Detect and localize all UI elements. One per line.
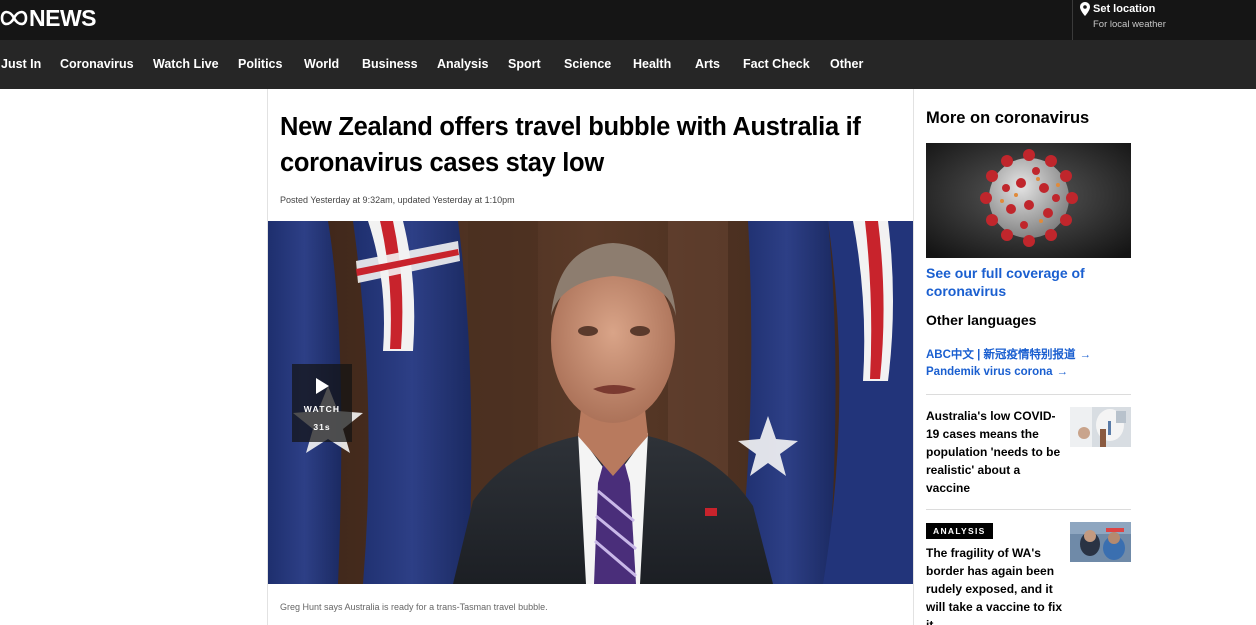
watch-video-button[interactable]: WATCH 31s bbox=[292, 364, 352, 442]
article-timestamp: Posted Yesterday at 9:32am, updated Yest… bbox=[280, 195, 515, 205]
other-languages-title: Other languages bbox=[926, 312, 1037, 328]
virus-image bbox=[926, 143, 1131, 258]
story-thumbnail-wa-border[interactable] bbox=[1070, 522, 1131, 562]
analysis-badge: ANALYSIS bbox=[926, 523, 993, 539]
nav-item-analysis[interactable]: Analysis bbox=[437, 57, 488, 71]
nav-item-science[interactable]: Science bbox=[564, 57, 611, 71]
nav-item-business[interactable]: Business bbox=[362, 57, 418, 71]
nav-item-arts[interactable]: Arts bbox=[695, 57, 720, 71]
location-divider bbox=[1072, 0, 1073, 40]
abc-news-logo[interactable]: NEWS bbox=[0, 5, 97, 31]
coronavirus-illustration[interactable] bbox=[926, 143, 1131, 258]
top-bar: NEWS Set location For local weather bbox=[0, 0, 1256, 40]
nav-item-politics[interactable]: Politics bbox=[238, 57, 282, 71]
vaccine-photo bbox=[1070, 407, 1131, 447]
logo-text: NEWS bbox=[29, 5, 97, 31]
nav-item-just-in[interactable]: Just In bbox=[1, 57, 41, 71]
nav-item-other[interactable]: Other bbox=[830, 57, 863, 71]
nav-item-sport[interactable]: Sport bbox=[508, 57, 541, 71]
story-link-vaccine[interactable]: Australia's low COVID-19 cases means the… bbox=[926, 407, 1066, 497]
video-duration: 31s bbox=[313, 422, 331, 432]
location-pin-icon bbox=[1080, 2, 1090, 16]
location-subtitle: For local weather bbox=[1093, 19, 1166, 30]
article-headline: New Zealand offers travel bubble with Au… bbox=[280, 113, 861, 177]
video-caption: Greg Hunt says Australia is ready for a … bbox=[280, 602, 548, 612]
main-navigation: Just In Coronavirus Watch Live Politics … bbox=[0, 40, 1256, 89]
language-link-label: Pandemik virus corona bbox=[926, 366, 1053, 378]
language-link-indonesian[interactable]: Pandemik virus corona → bbox=[926, 366, 1068, 378]
sidebar-title: More on coronavirus bbox=[926, 109, 1090, 127]
article-video[interactable]: WATCH 31s bbox=[268, 221, 913, 584]
location-title: Set location bbox=[1093, 3, 1156, 15]
full-coverage-link[interactable]: See our full coverage of coronavirus bbox=[926, 264, 1131, 300]
sidebar-divider bbox=[926, 509, 1131, 510]
story-thumbnail-vaccine[interactable] bbox=[1070, 407, 1131, 447]
sidebar-divider bbox=[926, 394, 1131, 395]
video-still-image bbox=[268, 221, 913, 584]
watch-label: WATCH bbox=[303, 404, 341, 414]
story-link-wa-border[interactable]: The fragility of WA's border has again b… bbox=[926, 544, 1066, 625]
language-link-chinese[interactable]: ABC中文 | 新冠疫情特别报道 → bbox=[926, 346, 1091, 362]
article-column: New Zealand offers travel bubble with Au… bbox=[267, 89, 914, 625]
nav-item-world[interactable]: World bbox=[304, 57, 339, 71]
abc-logo-icon bbox=[0, 10, 28, 26]
nav-item-coronavirus[interactable]: Coronavirus bbox=[60, 57, 134, 71]
nav-item-fact-check[interactable]: Fact Check bbox=[743, 57, 810, 71]
wa-border-photo bbox=[1070, 522, 1131, 562]
nav-item-watch-live[interactable]: Watch Live bbox=[153, 57, 219, 71]
arrow-right-icon: → bbox=[1079, 349, 1092, 361]
nav-item-health[interactable]: Health bbox=[633, 57, 671, 71]
play-icon bbox=[316, 378, 329, 394]
arrow-right-icon: → bbox=[1056, 366, 1069, 378]
language-link-label: ABC中文 | 新冠疫情特别报道 bbox=[926, 349, 1076, 361]
